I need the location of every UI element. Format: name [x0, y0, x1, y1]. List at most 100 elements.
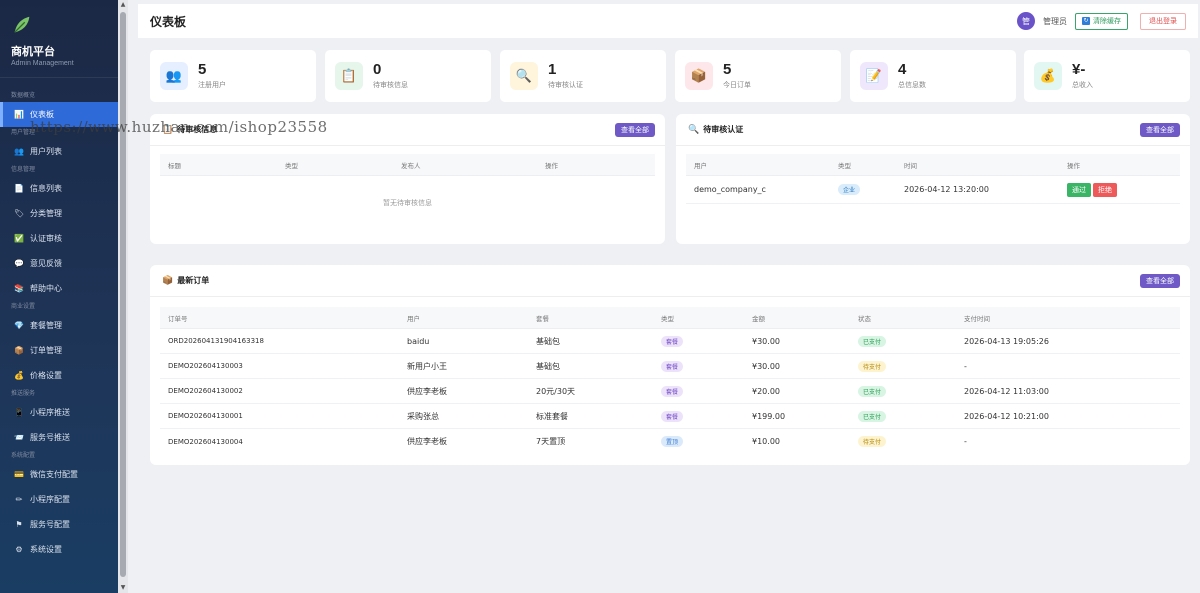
sidebar-item-user-list[interactable]: 👥 用户列表	[0, 139, 128, 164]
type-badge: 套餐	[661, 385, 684, 397]
sidebar-item-pricing[interactable]: 💰 价格设置	[0, 363, 128, 388]
table-row: ORD202604131904163318 baidu 基础包 套餐 ¥30.0…	[160, 329, 1180, 354]
page-title: 仪表板	[150, 14, 187, 29]
order-id: DEMO202604130002	[168, 387, 243, 395]
sidebar-item-orders[interactable]: 📦 订单管理	[0, 338, 128, 363]
logo-area: 商机平台 Admin Management	[0, 0, 128, 78]
sidebar-item-service-push[interactable]: 📨 服务号推送	[0, 425, 128, 450]
order-plan: 标准套餐	[536, 411, 568, 421]
view-all-button[interactable]: 查看全部	[1140, 122, 1180, 137]
sidebar-item-label: 服务号推送	[30, 433, 70, 442]
column-header: 金额	[752, 314, 765, 323]
gear-icon: ⚙	[15, 545, 23, 554]
order-id: DEMO202604130004	[168, 437, 243, 446]
column-header: 套餐	[536, 314, 549, 323]
stat-card-pending-auth: 🔍 1 待审核认证	[500, 50, 666, 102]
clear-cache-button[interactable]: ↻ 清除缓存	[1075, 12, 1128, 30]
order-id: DEMO202604130001	[168, 412, 243, 420]
sidebar-item-help[interactable]: 📚 帮助中心	[0, 276, 128, 301]
nav-section-info: 信息管理	[11, 166, 36, 173]
phone-icon: 📱	[14, 408, 24, 417]
box-icon: 📦	[14, 346, 24, 355]
sidebar-item-label: 服务号配置	[30, 520, 70, 529]
table-header: 用户 类型 时间 操作	[686, 154, 1180, 176]
order-paid-time: 2026-04-13 19:05:26	[964, 336, 1049, 346]
table-row: DEMO202604130003 新用户小王 基础包 套餐 ¥30.00 待支付…	[160, 354, 1180, 379]
column-header: 订单号	[168, 314, 188, 323]
sidebar-scrollbar[interactable]: ▲ ▼	[118, 0, 128, 593]
nav-section-business: 商业设置	[11, 303, 36, 310]
sidebar-item-service-config[interactable]: ⚑ 服务号配置	[0, 512, 128, 537]
order-plan: 20元/30天	[536, 386, 576, 396]
status-badge: 已支付	[858, 385, 887, 397]
reject-button[interactable]: 拒绝	[1093, 182, 1117, 197]
sidebar-item-categories[interactable]: 🏷 分类管理	[0, 201, 128, 226]
check-icon: ✅	[14, 234, 24, 243]
topbar: 仪表板 管 管理员 ↻ 清除缓存 退出登录	[138, 4, 1198, 38]
order-user: 采购张总	[407, 411, 439, 421]
order-user: baidu	[407, 336, 430, 346]
order-paid-time: -	[964, 437, 967, 446]
scrollbar-thumb[interactable]	[120, 12, 126, 577]
sidebar-item-settings[interactable]: ⚙ 系统设置	[0, 537, 128, 562]
memo-icon: 📝	[860, 62, 888, 90]
auth-time: 2026-04-12 13:20:00	[904, 185, 989, 194]
order-user: 供应李老板	[407, 386, 447, 396]
card-icon: 💳	[14, 470, 24, 479]
auth-user: demo_company_c	[694, 185, 766, 194]
column-header: 发布人	[401, 161, 421, 170]
order-paid-time: -	[964, 361, 967, 371]
sidebar-item-wxpay-config[interactable]: 💳 微信支付配置	[0, 462, 128, 487]
logout-button[interactable]: 退出登录	[1140, 12, 1186, 30]
column-header: 时间	[904, 161, 917, 170]
users-icon: 👥	[14, 147, 24, 156]
stat-label: 注册用户	[198, 81, 226, 89]
panel-title: 待审核认证	[703, 125, 744, 134]
type-badge: 套餐	[661, 360, 684, 372]
stat-value: 5	[723, 61, 732, 78]
stat-card-pending-info: 📋 0 待审核信息	[325, 50, 491, 102]
refresh-icon: ↻	[1082, 17, 1090, 25]
nav-section-overview: 数据概览	[11, 92, 36, 99]
order-amount: ¥20.00	[752, 386, 780, 396]
avatar[interactable]: 管	[1017, 12, 1035, 30]
table-header: 标题 类型 发布人 操作	[160, 154, 655, 176]
nav-section-system: 系统配置	[11, 452, 36, 459]
sidebar-item-label: 认证审核	[30, 234, 62, 243]
stat-value: 1	[548, 61, 557, 78]
brand-name: 商机平台	[11, 45, 55, 58]
sidebar-item-auth-review[interactable]: ✅ 认证审核	[0, 226, 128, 251]
column-header: 操作	[1067, 161, 1080, 170]
stat-card-users: 👥 5 注册用户	[150, 50, 316, 102]
status-badge: 待支付	[858, 436, 887, 447]
scroll-up-icon[interactable]: ▲	[118, 0, 128, 10]
pen-icon: ✏	[15, 495, 23, 504]
magnifier-icon: 🔍	[510, 62, 538, 90]
stat-card-revenue: 💰 ¥- 总收入	[1024, 50, 1190, 102]
status-badge: 已支付	[858, 410, 887, 422]
sidebar-item-label: 用户列表	[30, 147, 62, 156]
order-amount: ¥10.00	[752, 437, 780, 446]
view-all-button[interactable]: 查看全部	[1140, 273, 1180, 288]
approve-button[interactable]: 通过	[1067, 182, 1091, 197]
sidebar-item-dashboard[interactable]: 📊 仪表板	[0, 102, 128, 127]
pending-auth-panel: 🔍 待审核认证 查看全部 用户 类型 时间 操作 demo_company_c …	[676, 114, 1190, 244]
money-bag-icon: 💰	[1034, 62, 1062, 90]
sidebar-item-info-list[interactable]: 📄 信息列表	[0, 176, 128, 201]
sidebar-item-miniapp-push[interactable]: 📱 小程序推送	[0, 400, 128, 425]
view-all-button[interactable]: 查看全部	[615, 122, 655, 137]
sidebar-item-miniapp-config[interactable]: ✏ 小程序配置	[0, 487, 128, 512]
sidebar-item-label: 仪表板	[30, 110, 54, 119]
stat-value: 0	[373, 61, 382, 78]
stat-label: 待审核信息	[373, 81, 408, 89]
diamond-icon: 💎	[14, 321, 24, 330]
column-header: 用户	[694, 161, 707, 170]
stat-label: 总收入	[1072, 81, 1093, 89]
empty-state: 暂无待审核信息	[383, 199, 432, 207]
table-row: DEMO202604130004 供应李老板 7天置顶 置顶 ¥10.00 待支…	[160, 429, 1180, 454]
sidebar-item-feedback[interactable]: 💬 意见反馈	[0, 251, 128, 276]
order-user: 供应李老板	[407, 437, 447, 446]
scroll-down-icon[interactable]: ▼	[118, 583, 128, 593]
sidebar-item-packages[interactable]: 💎 套餐管理	[0, 313, 128, 338]
leaf-logo-icon	[14, 16, 30, 33]
